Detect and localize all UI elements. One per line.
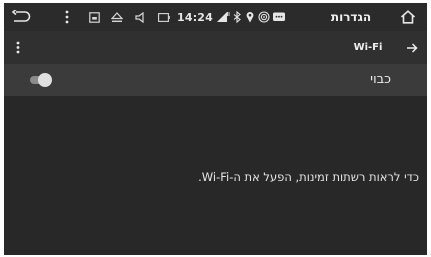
location-icon [244,3,256,31]
wifi-toolbar: Wi-Fi [4,31,427,64]
bluetooth-icon [231,3,243,31]
settings-screen: 14:24 הגדרות Wi-Fi כבוי כדי לראות רשתות … [4,3,427,255]
status-clock: 14:24 [177,10,214,24]
screenshot-icon [86,3,102,31]
status-title: הגדרות [330,10,372,24]
status-bar: 14:24 הגדרות [4,3,427,31]
wifi-toggle-switch[interactable] [28,73,52,87]
forward-arrow-icon[interactable] [402,31,422,64]
wifi-off-message: כדי לראות רשתות זמינות, הפעל את ה-Wi-Fi. [198,170,419,184]
overflow-menu-icon[interactable] [62,3,72,31]
toggle-knob [38,73,52,87]
overflow-menu-icon[interactable] [12,31,24,64]
signal-icon [215,3,231,31]
wifi-master-switch-row[interactable]: כבוי [4,64,427,96]
eject-icon [109,3,125,31]
message-icon [272,3,286,31]
home-icon[interactable] [396,3,420,31]
wifi-state-label: כבוי [370,72,391,87]
back-arrow-icon[interactable] [6,3,36,31]
wifi-hotspot-icon [257,3,271,31]
volume-mute-icon [132,3,148,31]
page-title: Wi-Fi [353,42,383,53]
battery-icon [156,3,172,31]
